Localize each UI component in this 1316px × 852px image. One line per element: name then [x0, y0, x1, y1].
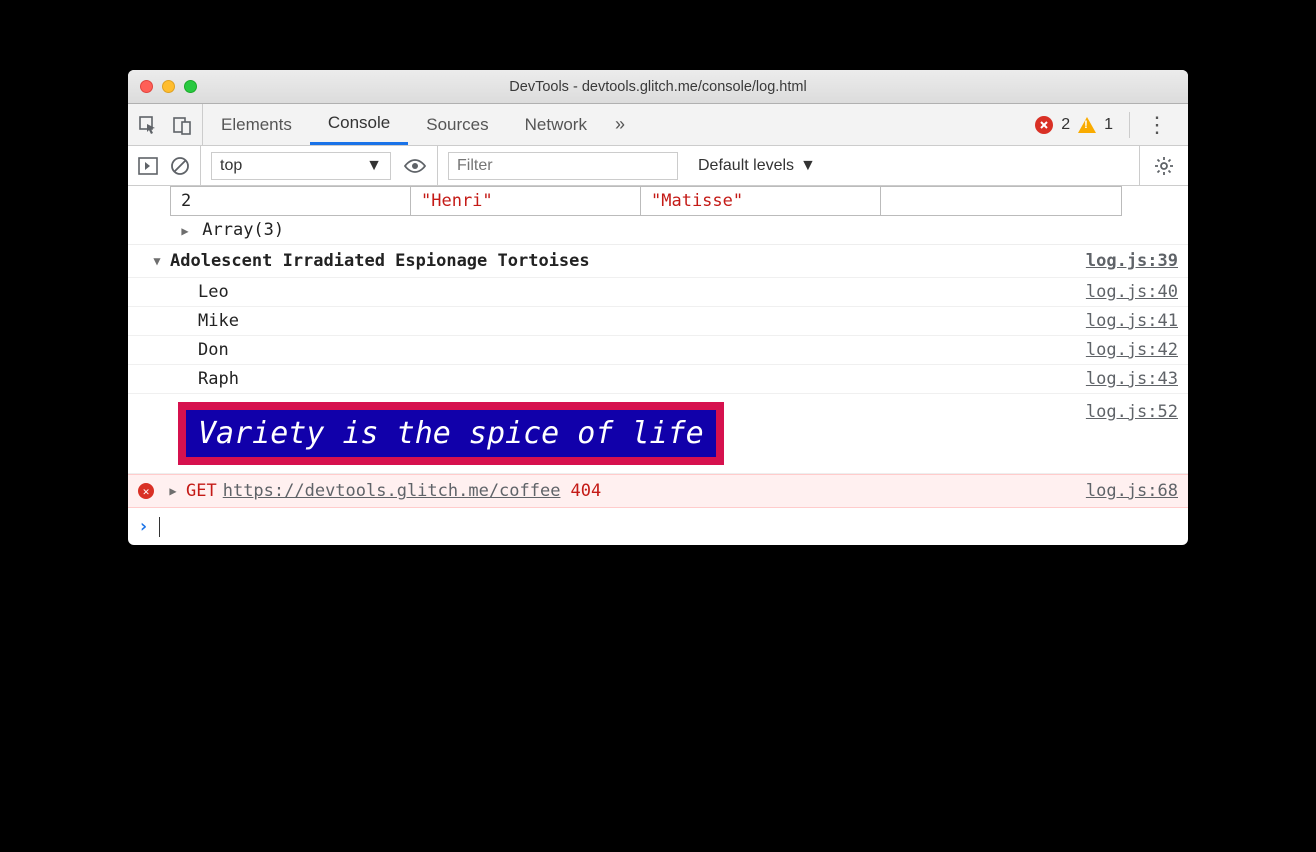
- clear-console-icon[interactable]: [170, 156, 190, 176]
- panel-tabs: Elements Console Sources Network » 2 1 ⋮: [128, 104, 1188, 146]
- console-toolbar: top ▼ Default levels ▼: [128, 146, 1188, 186]
- console-output: 2 "Henri" "Matisse" ▶ Array(3) ▼ Adolesc…: [128, 186, 1188, 545]
- console-group-header[interactable]: ▼ Adolescent Irradiated Espionage Tortoi…: [128, 245, 1188, 278]
- table-row: 2 "Henri" "Matisse": [128, 186, 1188, 216]
- tab-elements[interactable]: Elements: [203, 104, 310, 145]
- source-link[interactable]: log.js:43: [1066, 369, 1178, 389]
- http-status: 404: [560, 481, 601, 501]
- window-title: DevTools - devtools.glitch.me/console/lo…: [128, 79, 1188, 95]
- group-item: Raph log.js:43: [128, 365, 1188, 394]
- live-expression-icon[interactable]: [403, 158, 427, 174]
- source-link[interactable]: log.js:40: [1066, 282, 1178, 302]
- error-log-row: ✕ ▶ GET https://devtools.glitch.me/coffe…: [128, 474, 1188, 508]
- http-method: GET: [180, 481, 223, 501]
- source-link[interactable]: log.js:41: [1066, 311, 1178, 331]
- table-index-cell: 2: [171, 187, 411, 215]
- log-levels-select[interactable]: Default levels ▼: [698, 157, 816, 175]
- minimize-window-button[interactable]: [162, 80, 175, 93]
- device-toolbar-icon[interactable]: [172, 115, 192, 135]
- execution-context-select[interactable]: top ▼: [211, 152, 391, 180]
- toggle-sidebar-icon[interactable]: [138, 157, 158, 175]
- settings-menu-button[interactable]: ⋮: [1129, 112, 1176, 138]
- chevron-down-icon: ▼: [366, 157, 382, 175]
- titlebar: DevTools - devtools.glitch.me/console/lo…: [128, 70, 1188, 104]
- table-empty-cell: [881, 187, 1121, 215]
- traffic-lights: [128, 80, 197, 93]
- expand-triangle-icon[interactable]: ▶: [178, 224, 192, 238]
- group-title: Adolescent Irradiated Espionage Tortoise…: [164, 251, 1066, 271]
- styled-log-row: Variety is the spice of life log.js:52: [128, 394, 1188, 474]
- tab-network[interactable]: Network: [507, 104, 605, 145]
- text-cursor: [159, 517, 160, 537]
- source-link[interactable]: log.js:42: [1066, 340, 1178, 360]
- more-tabs-button[interactable]: »: [605, 114, 635, 135]
- error-icon: ✕: [138, 483, 154, 499]
- tab-console[interactable]: Console: [310, 104, 408, 145]
- source-link[interactable]: log.js:68: [1066, 481, 1178, 501]
- chevron-down-icon: ▼: [800, 157, 816, 175]
- devtools-window: DevTools - devtools.glitch.me/console/lo…: [128, 70, 1188, 545]
- console-settings-icon[interactable]: [1139, 146, 1188, 185]
- group-item-text: Mike: [198, 311, 1066, 331]
- error-url[interactable]: https://devtools.glitch.me/coffee: [223, 481, 561, 501]
- group-item: Don log.js:42: [128, 336, 1188, 365]
- warning-badge-icon[interactable]: [1078, 117, 1096, 133]
- console-prompt[interactable]: ›: [128, 508, 1188, 545]
- zoom-window-button[interactable]: [184, 80, 197, 93]
- source-link[interactable]: log.js:39: [1066, 251, 1178, 271]
- group-item: Mike log.js:41: [128, 307, 1188, 336]
- array-summary-row[interactable]: ▶ Array(3): [128, 216, 1188, 245]
- error-badge-icon[interactable]: [1035, 116, 1053, 134]
- tab-sources[interactable]: Sources: [408, 104, 506, 145]
- styled-log-message: Variety is the spice of life: [178, 402, 724, 465]
- filter-input[interactable]: [448, 152, 678, 180]
- levels-label: Default levels: [698, 157, 794, 175]
- group-item-text: Don: [198, 340, 1066, 360]
- context-label: top: [220, 157, 242, 175]
- close-window-button[interactable]: [140, 80, 153, 93]
- array-summary-text: Array(3): [202, 220, 284, 240]
- error-count: 2: [1061, 116, 1070, 134]
- group-item: Leo log.js:40: [128, 278, 1188, 307]
- table-last-cell: "Matisse": [641, 187, 881, 215]
- prompt-caret-icon: ›: [138, 516, 159, 537]
- table-cells: 2 "Henri" "Matisse": [170, 186, 1122, 216]
- expand-triangle-icon[interactable]: ▶: [166, 484, 180, 498]
- group-item-text: Raph: [198, 369, 1066, 389]
- source-link[interactable]: log.js:52: [1066, 402, 1178, 422]
- warning-count: 1: [1104, 116, 1113, 134]
- table-first-cell: "Henri": [411, 187, 641, 215]
- collapse-triangle-icon[interactable]: ▼: [150, 254, 164, 268]
- inspect-element-icon[interactable]: [138, 115, 158, 135]
- group-item-text: Leo: [198, 282, 1066, 302]
